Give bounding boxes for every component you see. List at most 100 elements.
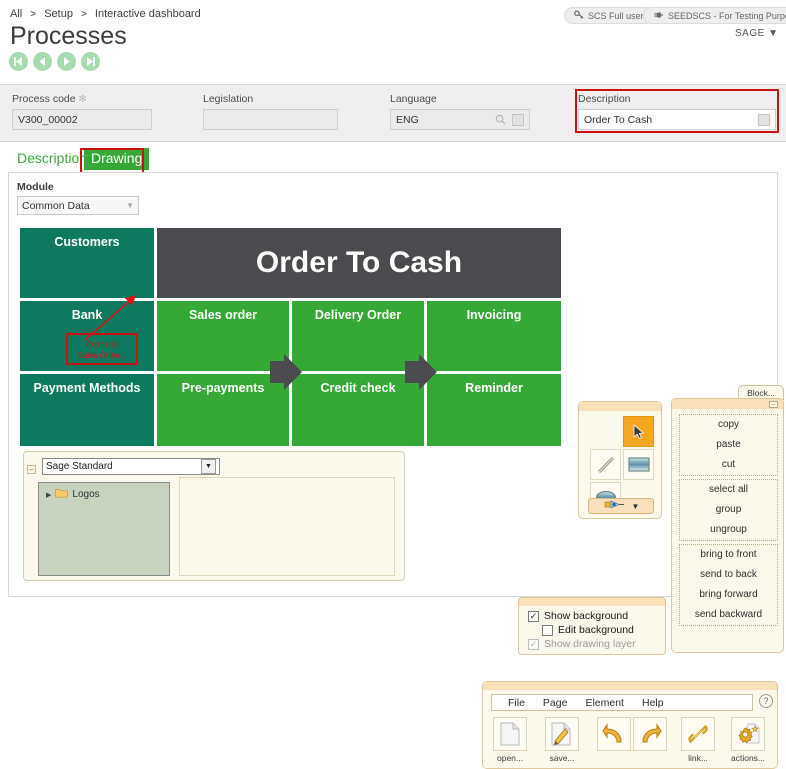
language-field: Language ENG	[390, 93, 530, 130]
environment-pill[interactable]: SEEDSCS - For Testing Purposes	[643, 7, 786, 24]
first-record-button[interactable]	[9, 52, 28, 71]
tool-palette: ▼	[578, 401, 662, 519]
top-bar: All > Setup > Interactive dashboard Proc…	[0, 0, 786, 84]
description-input[interactable]: Order To Cash	[578, 109, 776, 130]
library-tree[interactable]: ▶ Logos	[38, 482, 170, 576]
tree-item-label: Logos	[72, 489, 100, 500]
tile-credit-check[interactable]: Credit check	[292, 374, 424, 446]
block-item-bring-forward[interactable]: bring forward	[680, 585, 777, 605]
next-record-button[interactable]	[57, 52, 76, 71]
breadcrumb-separator: >	[81, 9, 87, 20]
tab-description[interactable]: Description	[10, 148, 94, 170]
background-options-panel: ✓ Show background Edit background ✓ Show…	[518, 597, 666, 655]
library-select[interactable]: Sage Standard ▼	[42, 458, 220, 475]
link-button[interactable]: link...	[681, 717, 715, 763]
checkbox-label: Show drawing layer	[544, 638, 636, 650]
pen-style-button[interactable]: ▼	[588, 498, 654, 514]
block-item-group[interactable]: group	[680, 500, 777, 520]
checkbox-edit-background[interactable]: Edit background	[542, 624, 665, 636]
block-panel: – copy paste cut select all group ungrou…	[671, 398, 784, 653]
tile-pre-payments[interactable]: Pre-payments	[157, 374, 289, 446]
chevron-down-icon[interactable]: ▼	[201, 459, 216, 474]
block-item-copy[interactable]: copy	[680, 415, 777, 435]
legislation-label: Legislation	[203, 93, 254, 105]
breadcrumb-item-interactive-dashboard[interactable]: Interactive dashboard	[95, 8, 201, 20]
breadcrumb-item-setup[interactable]: Setup	[44, 8, 73, 20]
block-item-cut[interactable]: cut	[680, 455, 777, 475]
tile-invoicing[interactable]: Invoicing	[427, 301, 561, 371]
module-select[interactable]: Common Data ▼	[17, 196, 139, 215]
undo-button[interactable]	[597, 717, 631, 753]
block-item-bring-to-front[interactable]: bring to front	[680, 545, 777, 565]
menu-element[interactable]: Element	[585, 697, 624, 709]
previous-record-button[interactable]	[33, 52, 52, 71]
legislation-input[interactable]	[203, 109, 338, 130]
chevron-down-icon: ▼	[768, 28, 779, 39]
cursor-tool-button[interactable]	[623, 416, 654, 447]
chevron-right-icon[interactable]: ▶	[46, 491, 51, 499]
last-record-button[interactable]	[81, 52, 100, 71]
checkbox-icon	[542, 624, 553, 636]
module-label: Module	[17, 181, 54, 193]
redo-button[interactable]	[633, 717, 667, 753]
tile-payment-methods[interactable]: Payment Methods	[20, 374, 154, 446]
undo-icon	[597, 717, 631, 751]
breadcrumb: All > Setup > Interactive dashboard	[10, 8, 201, 20]
chevron-down-icon[interactable]: ▼	[632, 502, 640, 511]
block-item-select-all[interactable]: select all	[680, 480, 777, 500]
library-preview[interactable]	[179, 477, 395, 576]
tile-reminder[interactable]: Reminder	[427, 374, 561, 446]
tile-customers[interactable]: Customers	[20, 228, 154, 298]
save-button[interactable]: save...	[545, 717, 579, 763]
line-tool-button[interactable]	[590, 449, 621, 480]
library-collapse-button[interactable]: –	[27, 465, 36, 474]
block-item-paste[interactable]: paste	[680, 435, 777, 455]
description-lookup-button[interactable]	[758, 113, 770, 126]
actions-button[interactable]: actions...	[731, 717, 765, 763]
legislation-field: Legislation	[203, 93, 338, 130]
account-menu-label: SAGE	[735, 28, 765, 39]
breadcrumb-item-all[interactable]: All	[10, 8, 22, 20]
redo-icon	[633, 717, 667, 751]
process-code-label: Process code ✻	[12, 93, 87, 105]
search-icon[interactable]	[495, 114, 506, 125]
block-group-ordering: bring to front send to back bring forwar…	[679, 544, 778, 626]
block-item-send-backward[interactable]: send backward	[680, 605, 777, 625]
user-pill[interactable]: SCS Full user	[564, 7, 654, 24]
block-item-ungroup[interactable]: ungroup	[680, 520, 777, 540]
block-group-clipboard: copy paste cut	[679, 414, 778, 476]
menu-bar: File Page Element Help	[491, 694, 753, 711]
actions-button-label: actions...	[731, 753, 766, 763]
drawing-canvas[interactable]: Module Common Data ▼ Customers Bank Paym…	[8, 172, 784, 769]
help-icon[interactable]: ?	[759, 694, 773, 708]
menu-page[interactable]: Page	[543, 697, 568, 709]
checkbox-show-background[interactable]: ✓ Show background	[528, 610, 665, 622]
tile-diagram-title[interactable]: Order To Cash	[157, 228, 561, 298]
key-icon	[574, 10, 584, 22]
tool-palette-header	[579, 402, 661, 411]
tree-item-logos[interactable]: ▶ Logos	[39, 483, 169, 501]
language-input[interactable]: ENG	[390, 109, 530, 130]
tile-sales-order[interactable]: Sales order	[157, 301, 289, 371]
checkbox-icon: ✓	[528, 638, 539, 650]
minimize-button[interactable]: –	[769, 401, 778, 408]
checkbox-label: Show background	[544, 610, 629, 622]
gear-star-icon	[731, 717, 765, 751]
block-panel-header: –	[672, 399, 783, 409]
language-lookup-button[interactable]	[512, 113, 524, 126]
tile-delivery-order[interactable]: Delivery Order	[292, 301, 424, 371]
process-code-input[interactable]: V300_00002	[12, 109, 152, 130]
block-group-selection: select all group ungroup	[679, 479, 778, 541]
save-button-label: save...	[549, 753, 575, 763]
library-select-value: Sage Standard	[46, 461, 113, 472]
menu-file[interactable]: File	[508, 697, 525, 709]
annotation-box[interactable]: Points to Sales Order...	[66, 333, 138, 365]
menu-help[interactable]: Help	[642, 697, 664, 709]
tab-bar: Description Drawing	[0, 148, 786, 170]
open-button[interactable]: open...	[493, 717, 527, 763]
block-item-send-to-back[interactable]: send to back	[680, 565, 777, 585]
account-menu[interactable]: SAGE ▼	[735, 28, 778, 39]
tab-drawing[interactable]: Drawing	[84, 148, 150, 170]
link-button-label: link...	[688, 753, 708, 763]
rectangle-tool-button[interactable]	[623, 449, 654, 480]
